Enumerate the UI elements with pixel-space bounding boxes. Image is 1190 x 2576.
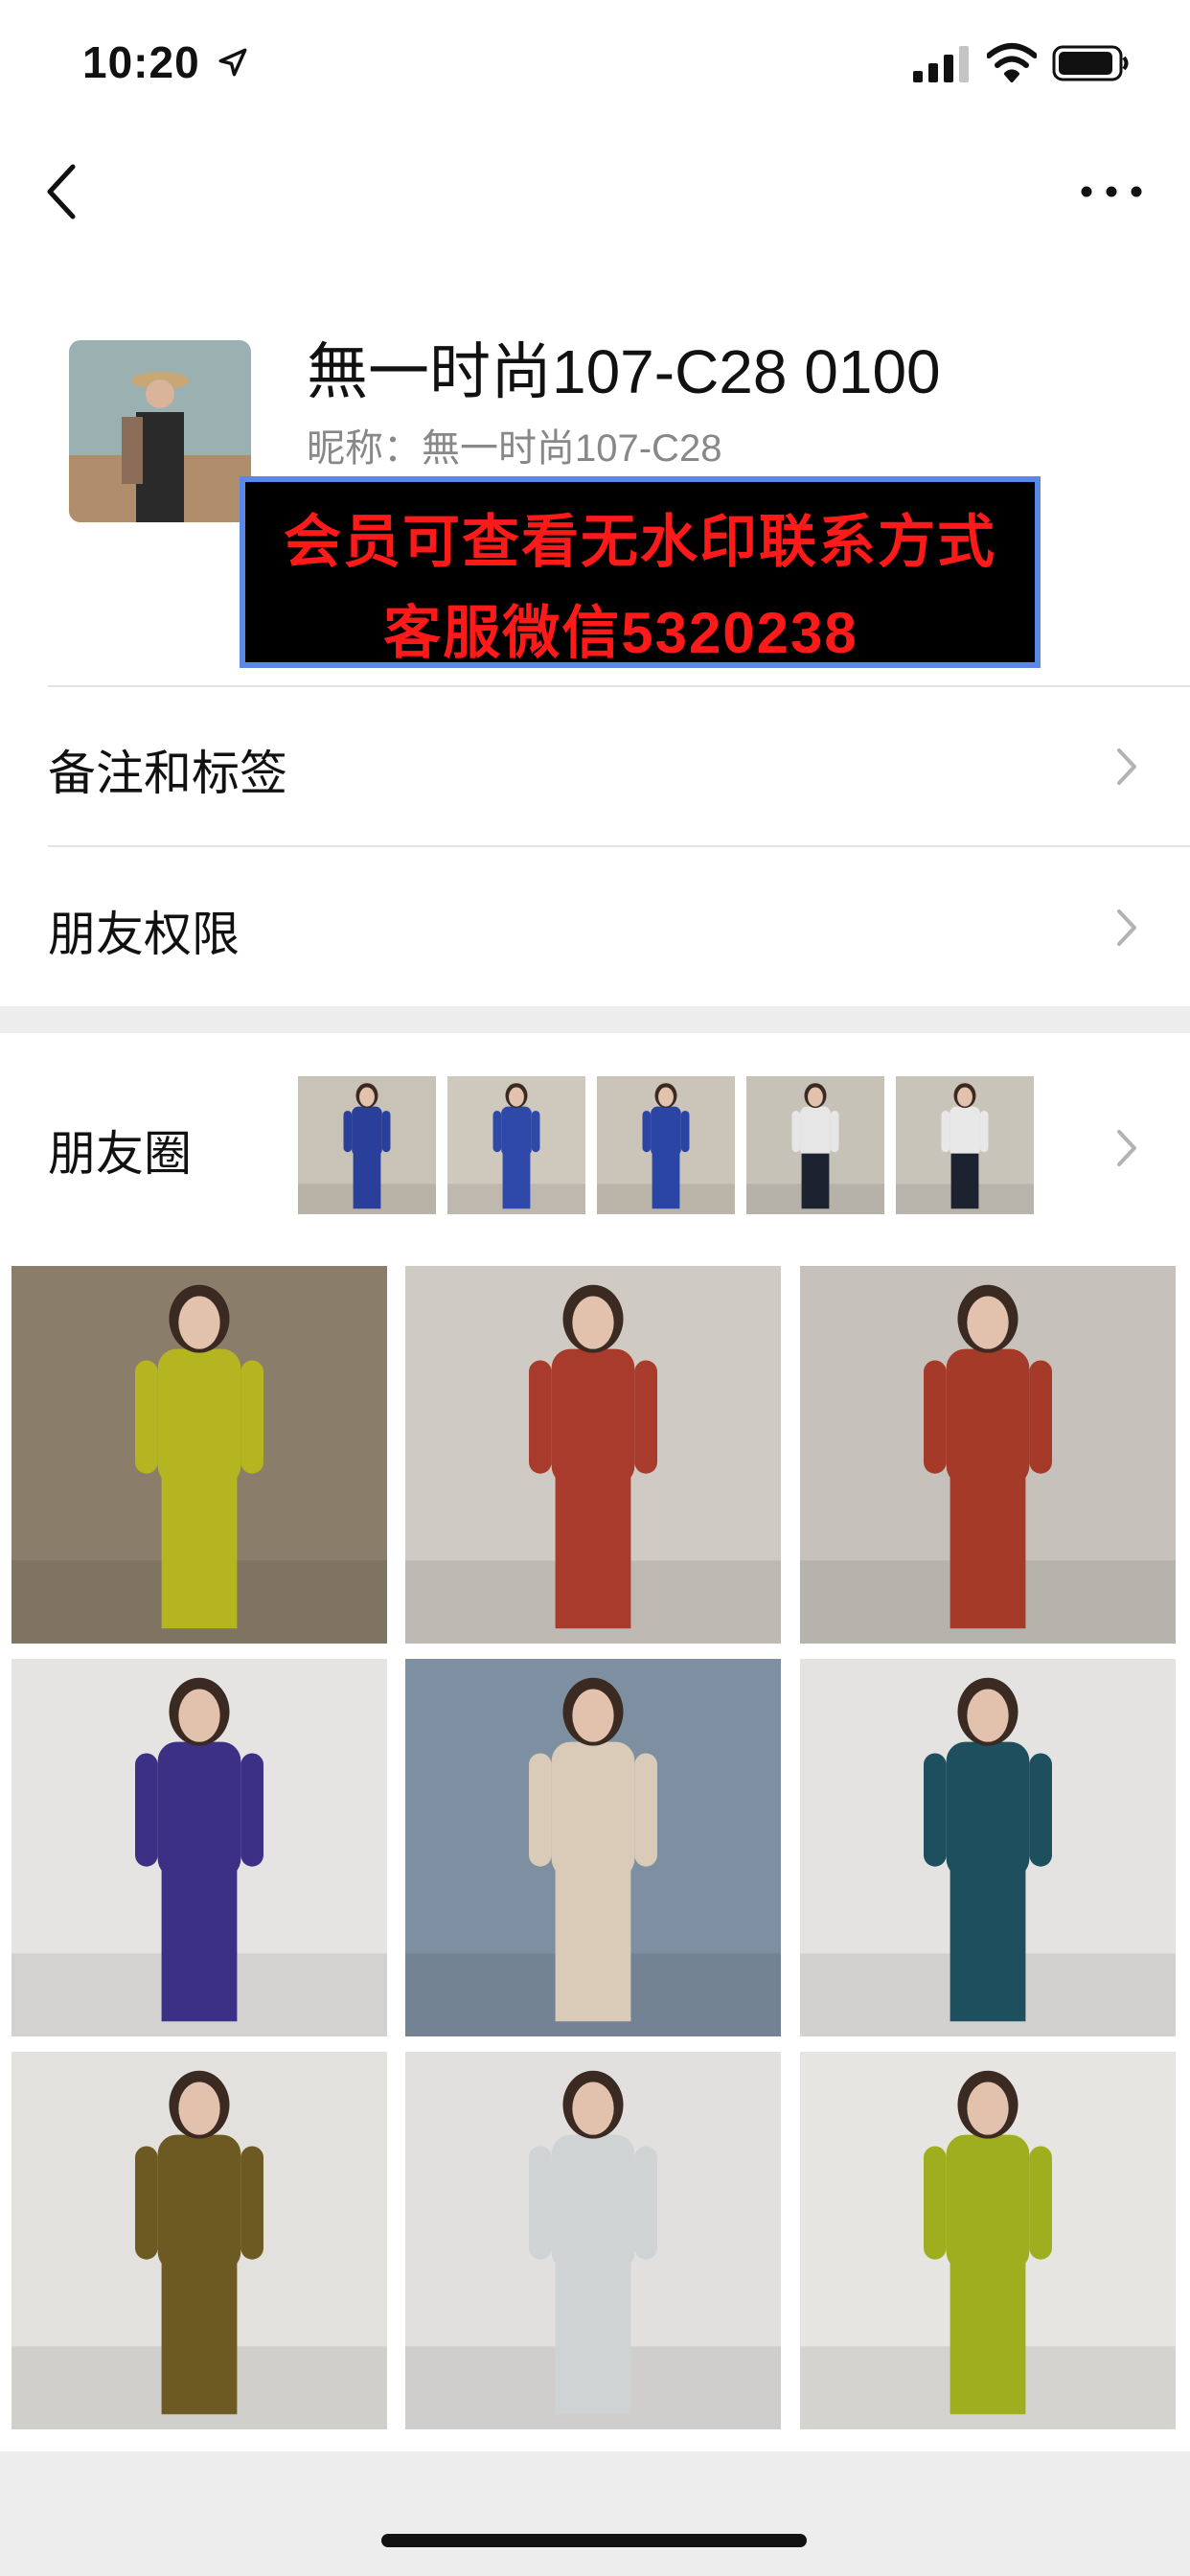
gallery-photo[interactable] bbox=[405, 2052, 781, 2429]
photo-image bbox=[11, 2052, 387, 2429]
photo-image bbox=[800, 1659, 1176, 2036]
chevron-right-icon bbox=[1117, 909, 1136, 946]
gallery-photo[interactable] bbox=[405, 1266, 781, 1644]
location-arrow-icon bbox=[218, 48, 247, 77]
battery-icon bbox=[1052, 45, 1129, 81]
avatar-image bbox=[69, 340, 251, 522]
settings-menu: 备注和标签 朋友权限 bbox=[0, 685, 1190, 1006]
photo-image bbox=[447, 1076, 585, 1214]
photo-image bbox=[405, 2052, 781, 2429]
cellular-signal-icon bbox=[913, 46, 969, 82]
promo-line-1: 会员可查看无水印联系方式 bbox=[284, 510, 996, 574]
moments-thumbnail bbox=[896, 1076, 1034, 1214]
photo-image bbox=[896, 1076, 1034, 1214]
gallery-photo[interactable] bbox=[11, 1266, 387, 1644]
moments-label: 朋友圈 bbox=[48, 1127, 192, 1181]
notes-and-tags-row[interactable]: 备注和标签 bbox=[0, 685, 1190, 844]
moments-row[interactable]: 朋友圈 bbox=[0, 1033, 1190, 1254]
gallery-photo[interactable] bbox=[405, 1659, 781, 2036]
profile-header: 無一时尚107-C28 0100 昵称：無一时尚107-C28 会员可查看无水印… bbox=[0, 254, 1190, 685]
photo-image bbox=[298, 1076, 436, 1214]
gallery-photo[interactable] bbox=[800, 2052, 1176, 2429]
moments-thumbnail bbox=[597, 1076, 735, 1214]
moments-thumbnail bbox=[298, 1076, 436, 1214]
photo-image bbox=[800, 2052, 1176, 2429]
friend-permissions-label: 朋友权限 bbox=[48, 908, 240, 961]
gallery-photo[interactable] bbox=[800, 1659, 1176, 2036]
chevron-right-icon bbox=[1117, 1130, 1136, 1166]
friend-permissions-row[interactable]: 朋友权限 bbox=[0, 846, 1190, 1005]
photo-image bbox=[746, 1076, 884, 1214]
promo-watermark-banner: 会员可查看无水印联系方式 客服微信5320238 bbox=[240, 476, 1041, 668]
profile-name: 無一时尚107-C28 0100 bbox=[307, 337, 941, 406]
moments-section: 朋友圈 bbox=[0, 1033, 1190, 2451]
status-bar: 10:20 bbox=[0, 0, 1190, 129]
photo-image bbox=[800, 1266, 1176, 1644]
moments-thumbnail bbox=[746, 1076, 884, 1214]
more-options-icon[interactable] bbox=[1073, 168, 1150, 216]
nav-bar bbox=[0, 129, 1190, 254]
photo-image bbox=[597, 1076, 735, 1214]
promo-line-2: 客服微信5320238 bbox=[383, 601, 858, 665]
home-indicator bbox=[381, 2534, 807, 2547]
status-time: 10:20 bbox=[82, 37, 200, 87]
wifi-icon bbox=[987, 43, 1037, 82]
avatar[interactable] bbox=[69, 340, 251, 522]
moments-thumbnail bbox=[447, 1076, 585, 1214]
profile-nickname: 昵称：無一时尚107-C28 bbox=[307, 427, 722, 470]
photo-image bbox=[11, 1659, 387, 2036]
chevron-right-icon bbox=[1117, 748, 1136, 785]
gallery-photo[interactable] bbox=[800, 1266, 1176, 1644]
back-chevron-icon[interactable] bbox=[40, 161, 82, 222]
notes-and-tags-label: 备注和标签 bbox=[48, 747, 287, 800]
gallery-photo[interactable] bbox=[11, 1659, 387, 2036]
gallery-photo[interactable] bbox=[11, 2052, 387, 2429]
photo-image bbox=[11, 1266, 387, 1644]
photo-image bbox=[405, 1266, 781, 1644]
photo-image bbox=[405, 1659, 781, 2036]
